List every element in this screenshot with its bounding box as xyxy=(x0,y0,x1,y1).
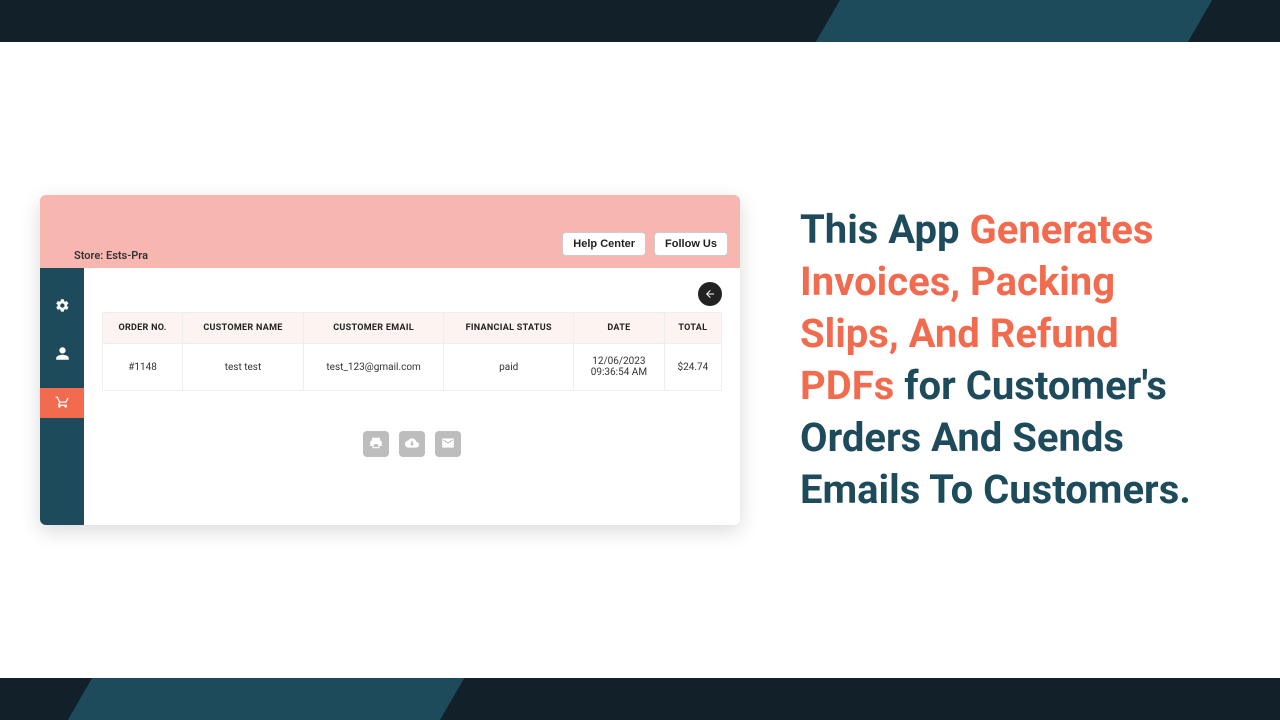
table-header-row: ORDER NO. CUSTOMER NAME CUSTOMER EMAIL F… xyxy=(103,313,722,344)
print-button[interactable] xyxy=(363,431,389,457)
main-panel: ORDER NO. CUSTOMER NAME CUSTOMER EMAIL F… xyxy=(84,268,740,525)
cell-date-line1: 12/06/2023 xyxy=(580,356,658,367)
back-button[interactable] xyxy=(698,282,722,306)
app-header: Store: Ests-Pra Help Center Follow Us xyxy=(40,195,740,268)
cell-date: 12/06/2023 09:36:54 AM xyxy=(574,344,665,391)
cell-customer-name: test test xyxy=(183,344,304,391)
download-button[interactable] xyxy=(399,431,425,457)
print-icon xyxy=(369,435,383,454)
col-total: TOTAL xyxy=(664,313,721,344)
marketing-text: This App Generates Invoices, Packing Sli… xyxy=(800,204,1240,516)
follow-us-button[interactable]: Follow Us xyxy=(654,232,728,256)
sidebar xyxy=(40,268,84,525)
help-center-button[interactable]: Help Center xyxy=(562,232,646,256)
store-label: Store: Ests-Pra xyxy=(74,249,148,262)
marketing-part1: This App xyxy=(800,206,969,253)
sidebar-item-orders[interactable] xyxy=(40,388,84,418)
sidebar-item-settings[interactable] xyxy=(40,292,84,322)
gear-icon xyxy=(55,298,70,317)
cell-financial-status: paid xyxy=(444,344,574,391)
col-order-no: ORDER NO. xyxy=(103,313,183,344)
marketing-heading: This App Generates Invoices, Packing Sli… xyxy=(800,204,1220,516)
cart-icon xyxy=(55,394,70,413)
cell-order-no: #1148 xyxy=(103,344,183,391)
arrow-left-icon xyxy=(704,285,716,304)
cloud-download-icon xyxy=(405,435,419,454)
col-customer-email: CUSTOMER EMAIL xyxy=(303,313,443,344)
app-screenshot: Store: Ests-Pra Help Center Follow Us xyxy=(40,195,740,525)
action-icons-row xyxy=(102,431,722,457)
user-icon xyxy=(55,346,70,365)
content-area: Store: Ests-Pra Help Center Follow Us xyxy=(0,42,1280,678)
col-customer-name: CUSTOMER NAME xyxy=(183,313,304,344)
table-row[interactable]: #1148 test test test_123@gmail.com paid … xyxy=(103,344,722,391)
sidebar-item-users[interactable] xyxy=(40,340,84,370)
col-financial-status: FINANCIAL STATUS xyxy=(444,313,574,344)
col-date: DATE xyxy=(574,313,665,344)
cell-customer-email: test_123@gmail.com xyxy=(303,344,443,391)
mail-icon xyxy=(441,435,455,454)
cell-date-line2: 09:36:54 AM xyxy=(580,367,658,378)
order-table: ORDER NO. CUSTOMER NAME CUSTOMER EMAIL F… xyxy=(102,312,722,391)
email-button[interactable] xyxy=(435,431,461,457)
cell-total: $24.74 xyxy=(664,344,721,391)
